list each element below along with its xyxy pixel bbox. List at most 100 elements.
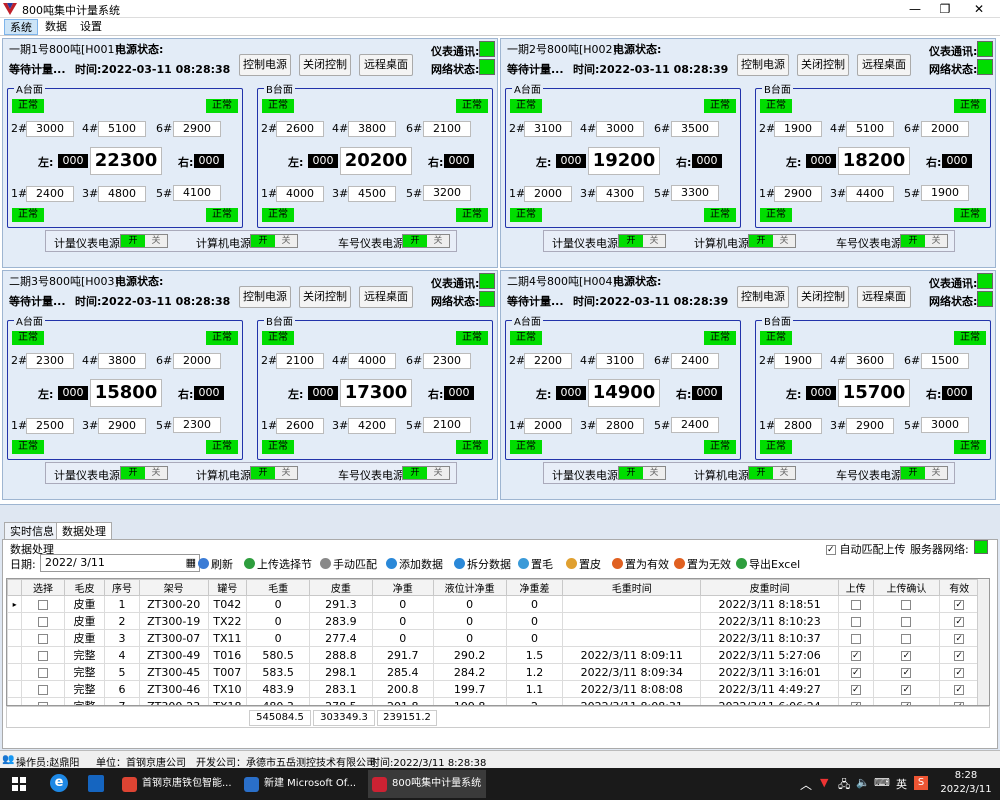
toolbar-button[interactable]: 刷新 [198, 556, 233, 572]
toolbar-button[interactable]: 拆分数据 [454, 556, 511, 572]
toolbar-button[interactable]: 置为无效 [674, 556, 731, 572]
flag-cell[interactable]: ✓ [872, 646, 941, 664]
power-control-button[interactable]: 控制电源 [737, 54, 789, 76]
plate-power-toggle[interactable]: 开关 [900, 466, 948, 480]
toggle-on[interactable]: 开 [121, 235, 145, 247]
toggle-off[interactable]: 关 [925, 467, 947, 479]
flag-cell[interactable]: ✓ [939, 680, 979, 698]
power-control-button[interactable]: 控制电源 [737, 286, 789, 308]
column-header[interactable]: 序号 [104, 579, 140, 596]
pc-power-toggle[interactable]: 开关 [748, 466, 796, 480]
flag-cell[interactable]: ✓ [939, 663, 979, 681]
select-checkbox[interactable] [37, 684, 48, 695]
select-checkbox[interactable] [37, 599, 48, 610]
flag-cell[interactable]: ✓ [838, 663, 874, 681]
meter-power-toggle[interactable]: 开关 [618, 466, 666, 480]
table-row[interactable]: 完整 4 ZT300-49 T016 580.5 288.8 291.7 290.2 1.5 20… [7, 646, 979, 664]
flag-checkbox[interactable]: ✓ [901, 684, 912, 695]
select-cell[interactable] [21, 646, 65, 664]
select-cell[interactable] [21, 612, 65, 630]
flag-checkbox[interactable]: ✓ [954, 684, 965, 695]
ie-icon[interactable]: e [50, 774, 68, 792]
close-button[interactable]: ✕ [964, 0, 994, 18]
sogou-icon[interactable]: S [914, 776, 928, 790]
flag-checkbox[interactable]: ✓ [954, 616, 965, 627]
remote-desktop-button[interactable]: 远程桌面 [857, 54, 911, 76]
minimize-button[interactable]: — [900, 0, 930, 18]
select-checkbox[interactable] [37, 616, 48, 627]
pc-power-toggle[interactable]: 开关 [250, 234, 298, 248]
column-header[interactable]: 选择 [21, 579, 65, 596]
column-header[interactable]: 毛皮 [63, 579, 106, 596]
table-row[interactable]: 完整7ZT300-23TX18480.3278.5201.8199.822022… [7, 697, 979, 705]
column-header[interactable]: 罐号 [207, 579, 248, 596]
flag-checkbox[interactable]: ✓ [850, 650, 861, 661]
flag-checkbox[interactable]: ✓ [954, 667, 965, 678]
toggle-off[interactable]: 关 [773, 467, 795, 479]
column-header[interactable]: 液位计净重 [432, 579, 507, 596]
toggle-off[interactable]: 关 [773, 235, 795, 247]
flag-checkbox[interactable]: ✓ [954, 650, 965, 661]
toolbar-button[interactable]: 置为有效 [612, 556, 669, 572]
close-control-button[interactable]: 关闭控制 [797, 286, 849, 308]
flag-cell[interactable] [872, 612, 941, 630]
clock-time[interactable]: 8:28 [936, 770, 996, 781]
pc-power-toggle[interactable]: 开关 [748, 234, 796, 248]
toggle-on[interactable]: 开 [619, 235, 643, 247]
flag-cell[interactable]: ✓ [838, 697, 874, 705]
flag-cell[interactable] [838, 629, 874, 647]
toggle-on[interactable]: 开 [403, 235, 427, 247]
select-checkbox[interactable] [37, 667, 48, 678]
flag-checkbox[interactable]: ✓ [901, 650, 912, 661]
remote-desktop-button[interactable]: 远程桌面 [857, 286, 911, 308]
select-cell[interactable] [21, 629, 65, 647]
flag-cell[interactable] [872, 595, 941, 613]
column-header[interactable]: 有效 [939, 579, 979, 596]
tab-realtime[interactable]: 实时信息 [4, 522, 60, 540]
column-header[interactable]: 毛重 [246, 579, 310, 596]
close-control-button[interactable]: 关闭控制 [299, 286, 351, 308]
toggle-off[interactable]: 关 [925, 235, 947, 247]
flag-checkbox[interactable]: ✓ [954, 633, 965, 644]
calculator-icon[interactable] [88, 775, 104, 792]
column-header[interactable]: 净重 [371, 579, 434, 596]
flag-checkbox[interactable]: ✓ [850, 667, 861, 678]
flag-checkbox[interactable] [850, 599, 861, 610]
power-control-button[interactable]: 控制电源 [239, 54, 291, 76]
select-cell[interactable] [21, 663, 65, 681]
column-header[interactable]: 上传 [838, 579, 874, 596]
pc-power-toggle[interactable]: 开关 [250, 466, 298, 480]
plate-power-toggle[interactable]: 开关 [402, 234, 450, 248]
flag-cell[interactable]: ✓ [838, 680, 874, 698]
plate-power-toggle[interactable]: 开关 [402, 466, 450, 480]
toolbar-button[interactable]: 置皮 [566, 556, 601, 572]
date-picker[interactable]: 2022/ 3/11 ▦ [40, 554, 200, 572]
table-row[interactable]: 完整 5 ZT300-45 T007 583.5 298.1 285.4 284.2 1.2 20… [7, 663, 979, 681]
toggle-off[interactable]: 关 [643, 235, 665, 247]
toggle-off[interactable]: 关 [145, 467, 167, 479]
column-header[interactable]: 架号 [138, 579, 209, 596]
select-checkbox[interactable] [37, 633, 48, 644]
restore-button[interactable]: ❐ [930, 0, 960, 18]
tab-data-processing[interactable]: 数据处理 [56, 522, 112, 540]
close-control-button[interactable]: 关闭控制 [299, 54, 351, 76]
table-row[interactable]: 皮重 2 ZT300-19 TX22 0 283.9 0 0 0 2022/3/11 8:10:2… [7, 612, 979, 630]
flag-cell[interactable] [872, 629, 941, 647]
taskbar-app[interactable]: 800吨集中计量系统 [368, 770, 486, 798]
column-header[interactable]: 皮重时间 [700, 579, 840, 596]
toolbar-button[interactable]: 导出Excel [736, 556, 800, 572]
tray-app-icon[interactable]: ▼ [820, 776, 828, 789]
flag-cell[interactable]: ✓ [939, 697, 979, 705]
volume-icon[interactable]: 🔈 [856, 776, 870, 789]
close-control-button[interactable]: 关闭控制 [797, 54, 849, 76]
select-cell[interactable] [21, 680, 65, 698]
toggle-on[interactable]: 开 [251, 467, 275, 479]
toggle-on[interactable]: 开 [121, 467, 145, 479]
flag-cell[interactable]: ✓ [939, 646, 979, 664]
column-header[interactable]: 上传确认 [872, 579, 941, 596]
flag-cell[interactable] [838, 595, 874, 613]
toggle-on[interactable]: 开 [619, 467, 643, 479]
column-header[interactable]: 净重差 [505, 579, 564, 596]
flag-checkbox[interactable] [901, 633, 912, 644]
toolbar-button[interactable]: 添加数据 [386, 556, 443, 572]
